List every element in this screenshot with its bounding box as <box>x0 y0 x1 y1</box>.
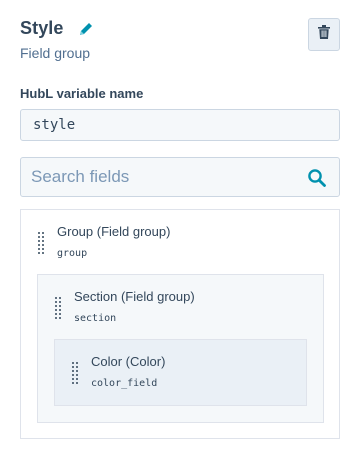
section-label[interactable]: Section (Field group) <box>74 289 195 304</box>
drag-handle-icon[interactable] <box>72 362 79 384</box>
group-label[interactable]: Group (Field group) <box>57 224 170 239</box>
pencil-icon[interactable] <box>78 21 94 37</box>
hubl-variable-input[interactable] <box>20 109 340 141</box>
color-variable-name: color_field <box>91 378 158 389</box>
delete-button[interactable] <box>308 18 340 51</box>
section-node[interactable]: Section (Field group) section Color (Col… <box>37 274 324 423</box>
section-variable-name: section <box>74 313 117 324</box>
search-icon[interactable] <box>307 168 327 188</box>
panel-header: Style Field group <box>20 18 340 64</box>
drag-handle-icon[interactable] <box>55 297 62 319</box>
group-variable-name: group <box>57 248 88 259</box>
search-field <box>20 157 340 197</box>
page-title: Style <box>20 18 64 38</box>
search-input[interactable] <box>21 158 301 196</box>
color-node[interactable]: Color (Color) color_field <box>54 339 307 406</box>
color-label[interactable]: Color (Color) <box>91 354 165 369</box>
hubl-variable-label: HubL variable name <box>20 86 144 101</box>
page-subtitle: Field group <box>20 45 91 61</box>
trash-icon <box>318 25 330 44</box>
field-tree: Group (Field group) group Section (Field… <box>20 209 340 439</box>
drag-handle-icon[interactable] <box>38 232 45 254</box>
